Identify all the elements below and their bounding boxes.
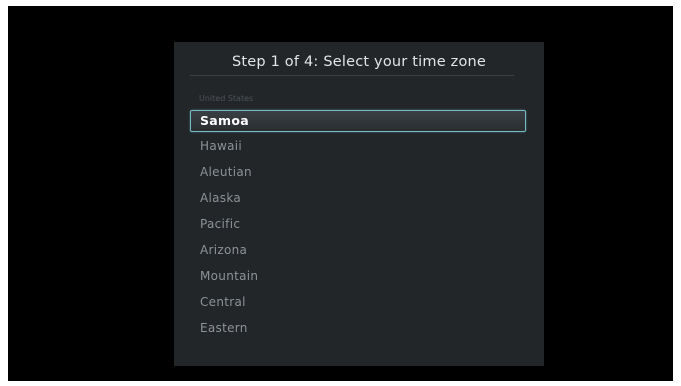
dialog-title: Step 1 of 4: Select your time zone xyxy=(231,54,487,70)
time-zone-option-alaska[interactable]: Alaska xyxy=(200,191,241,205)
time-zone-option-arizona[interactable]: Arizona xyxy=(200,243,247,257)
time-zone-option-pacific[interactable]: Pacific xyxy=(200,217,240,231)
time-zone-option-mountain[interactable]: Mountain xyxy=(200,269,258,283)
time-zone-option-samoa[interactable]: Samoa xyxy=(190,110,526,132)
tv-screen: Step 1 of 4: Select your time zone Unite… xyxy=(8,6,673,381)
time-zone-dialog: Step 1 of 4: Select your time zone Unite… xyxy=(174,42,544,366)
section-label-united-states: United States xyxy=(199,94,254,103)
time-zone-option-hawaii[interactable]: Hawaii xyxy=(200,139,242,153)
time-zone-option-aleutian[interactable]: Aleutian xyxy=(200,165,252,179)
time-zone-option-eastern[interactable]: Eastern xyxy=(200,321,248,335)
time-zone-option-central[interactable]: Central xyxy=(200,295,246,309)
title-divider xyxy=(190,75,514,76)
